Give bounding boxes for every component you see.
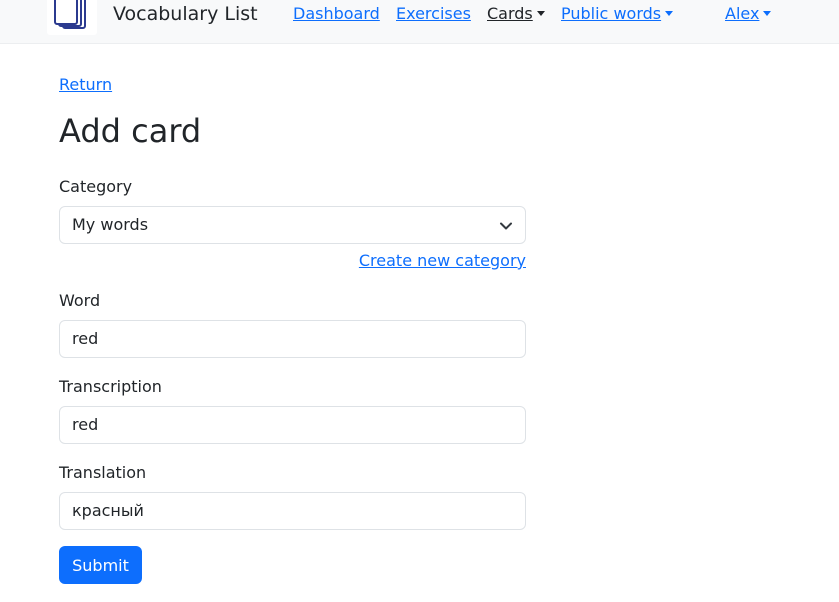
word-input[interactable]: red <box>59 320 526 358</box>
nav-dropdown-public-words[interactable]: Public words <box>561 4 674 24</box>
chevron-down-icon <box>500 222 512 230</box>
transcription-input[interactable]: red <box>59 406 526 444</box>
nav-dropdown-cards[interactable]: Cards <box>487 4 545 24</box>
nav-link-dashboard[interactable]: Dashboard <box>293 4 380 24</box>
nav-dropdown-cards-label: Cards <box>487 4 533 23</box>
category-label: Category <box>59 177 133 196</box>
user-menu-label: Alex <box>725 4 760 23</box>
nav-link-exercises[interactable]: Exercises <box>396 4 471 24</box>
stacked-cards-icon <box>54 0 86 29</box>
nav-dropdown-public-words-label: Public words <box>561 4 662 23</box>
navbar: Vocabulary List Dashboard Exercises Card… <box>0 0 839 44</box>
caret-down-icon <box>665 11 674 16</box>
page-title: Add card <box>59 112 202 150</box>
translation-label: Translation <box>59 463 147 482</box>
category-select-value: My words <box>72 215 149 234</box>
create-category-link[interactable]: Create new category <box>359 251 526 271</box>
transcription-label: Transcription <box>59 377 162 396</box>
user-menu[interactable]: Alex <box>725 4 772 24</box>
brand-title[interactable]: Vocabulary List <box>113 2 258 26</box>
brand-logo[interactable] <box>47 0 97 35</box>
word-label: Word <box>59 291 101 310</box>
caret-down-icon <box>536 11 545 16</box>
translation-input[interactable]: красный <box>59 492 526 530</box>
category-select[interactable]: My words <box>59 206 526 244</box>
submit-button[interactable]: Submit <box>59 546 142 584</box>
caret-down-icon <box>763 11 772 16</box>
return-link[interactable]: Return <box>59 75 112 95</box>
